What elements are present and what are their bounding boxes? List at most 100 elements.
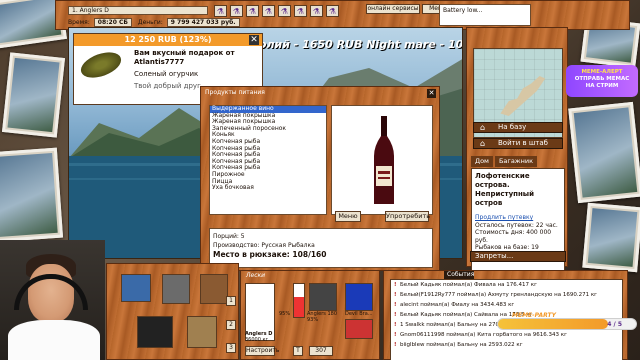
enter-hq-label: Войти в штаб (498, 139, 548, 147)
portions-text: Порций: 5 (213, 233, 245, 240)
enter-hq-button[interactable]: ⌂ Войти в штаб (473, 138, 563, 149)
potion-slot-icon[interactable]: ⚗ (278, 5, 291, 17)
meme-alert-line: ОТПРАВЬ МЕМАС (574, 76, 630, 82)
gift-header: 12 250 RUB (123%) (74, 34, 262, 46)
meme-alert-title: МЕМЕ-АЛЕРТ (581, 69, 623, 75)
event-line: ! Gnom06111998 поймал(а) Кита горбатого н… (394, 330, 622, 340)
net-icon[interactable] (200, 274, 228, 304)
close-icon[interactable]: ✕ (249, 35, 259, 45)
meme-party-bar: MEME-PARTY 4 / 5 (497, 312, 637, 330)
battery-notice: Battery low... (439, 4, 531, 26)
hq-icon: ⌂ (480, 139, 486, 148)
depth-field[interactable]: 307 (309, 346, 333, 356)
meme-progress-fill (498, 319, 609, 329)
item-info: Порций: 5 Производство: Русская Рыбалка … (209, 228, 433, 268)
streamer-shirt (8, 320, 100, 360)
quick-slots: ⚗ ⚗ ⚗ ⚗ ⚗ ⚗ ⚗ ⚗ (214, 5, 339, 27)
background-photo (568, 101, 640, 204)
meme-party-label: MEME-PARTY (512, 312, 556, 319)
potion-slot-icon[interactable]: ⚗ (262, 5, 275, 17)
background-photo (0, 147, 64, 243)
slot-number[interactable]: 3 (226, 343, 236, 353)
consume-button[interactable]: Упротребить (385, 211, 430, 222)
wine-bottle-icon (374, 116, 394, 204)
potion-slot-icon[interactable]: ⚗ (230, 5, 243, 17)
to-base-label: На базу (498, 123, 527, 131)
potion-slot-icon[interactable]: ⚗ (326, 5, 339, 17)
location-name: Лофотенские острова. Неприступный остров (475, 172, 535, 207)
meme-alert-badge: МЕМЕ-АЛЕРТ ОТПРАВЬ МЕМАС НА СТРИМ (566, 65, 638, 97)
rod-percent: 95% (279, 311, 291, 317)
event-line: ! biiglblew поймал(а) Бальну на 2593.022 … (394, 340, 622, 350)
reel-percent: 93% (307, 317, 319, 323)
event-text: Белый(F1912Ry777 поймал(а) Ахмуту гренла… (400, 292, 598, 298)
rod-panel-title: Лески (246, 272, 266, 279)
top-bar: 1. Anglers D Время: 08:20 СБ Деньги: 9 799… (55, 0, 630, 30)
webcam-overlay (0, 240, 105, 360)
rod-weight: 36000 кг (245, 337, 269, 343)
potion-slot-icon[interactable]: ⚗ (310, 5, 323, 17)
potion-slot-icon[interactable]: ⚗ (246, 5, 259, 17)
tab-luggage[interactable]: Багажник (494, 156, 538, 167)
gift-item: Соленый огурчик (134, 70, 199, 78)
requests-button[interactable]: Запреты... (470, 251, 566, 262)
background-photo (1, 52, 66, 138)
money-label: Деньги: (137, 19, 163, 26)
line-type-button[interactable]: T (293, 346, 303, 356)
bag-icon[interactable] (187, 316, 217, 348)
voucher-cost: Стоимость дня: 400 000 руб. (475, 229, 552, 244)
item-preview (331, 105, 433, 215)
meme-count: 4 / 5 (607, 321, 622, 328)
hook-slot[interactable] (345, 319, 373, 339)
spool-slot[interactable] (345, 283, 373, 311)
food-list[interactable]: Выдержанное вино Жареная покрышка Жарена… (209, 105, 327, 215)
to-base-button[interactable]: ⌂ На базу (473, 122, 563, 133)
events-panel: События ! Белый Кадьяк поймал(а) Фивала н… (383, 270, 628, 360)
reel-slot[interactable] (309, 283, 337, 311)
event-text: Белый Кадьяк поймал(а) Фивала на 176.417… (400, 282, 537, 288)
event-line: ! Белый Кадьяк поймал(а) Фивала на 176.41… (394, 280, 622, 290)
voucher-left: Осталось путевок: 22 час. (475, 221, 558, 229)
slot-number[interactable]: 1 (226, 296, 236, 306)
house-icon: ⌂ (480, 123, 486, 132)
close-icon[interactable]: ✕ (427, 89, 436, 98)
event-text: Gnom06111998 поймал(а) Кита горбатого на… (400, 332, 567, 338)
list-item[interactable]: Уха бочковая (210, 185, 326, 192)
line-slot[interactable] (293, 283, 305, 318)
time-label: Время: (68, 19, 90, 26)
potion-slot-icon[interactable]: ⚗ (214, 5, 227, 17)
slot-number[interactable]: 2 (226, 320, 236, 330)
donation-ticker: Анатолий - 1650 RUB Night mare - 1000 RU… (229, 38, 463, 51)
gift-text: Вам вкусный подарок от Atlantis7777 Соле… (134, 49, 235, 91)
gift-sender: Atlantis7777 (134, 58, 185, 66)
event-line: ! Белый(F1912Ry777 поймал(а) Ахмуту гренл… (394, 290, 622, 300)
dialog-title: Продукты питания (205, 89, 265, 96)
bait-name: Devil Bra... (345, 311, 373, 317)
meme-alert-line2: НА СТРИМ (585, 83, 619, 89)
event-text: alecint поймал(а) Фиалу на 3434.483 кг (400, 302, 515, 308)
background-photo (582, 202, 640, 273)
event-line: ! alecint поймал(а) Фиалу на 3434.483 кг (394, 300, 622, 310)
backpack-icon[interactable] (162, 274, 190, 304)
pot-icon[interactable] (137, 316, 173, 348)
producer-text: Производство: Русская Рыбалка (213, 242, 315, 249)
rod-panel: Лески Anglers D 36000 кг 95% Anglers 180… (240, 270, 380, 360)
extend-voucher-link[interactable]: Продлить путевку (475, 214, 561, 222)
headset-icon (14, 274, 88, 310)
event-text: biiglblew поймал(а) Бальну на 2593.022 к… (400, 342, 523, 348)
setup-button[interactable]: Настроить (245, 346, 279, 356)
location-field[interactable]: 1. Anglers D (68, 6, 208, 15)
backpack-capacity: Место в рюкзаке: 108/160 (213, 250, 327, 259)
gear-panel (106, 263, 239, 360)
pickle-icon (77, 47, 125, 83)
food-dialog: Продукты питания ✕ Выдержанное вино Жаре… (200, 86, 440, 271)
menu-button[interactable]: Меню (335, 211, 361, 222)
gift-line: Вам вкусный подарок от (134, 49, 235, 57)
tab-home[interactable]: Дом (471, 156, 493, 167)
right-tabs: Дом Багажник (471, 156, 565, 167)
tackle-box-icon[interactable] (121, 274, 151, 302)
online-services-button[interactable]: онлайн сервисы (366, 4, 420, 14)
events-title: События (444, 271, 474, 279)
time-value: 08:20 СБ (93, 18, 132, 27)
potion-slot-icon[interactable]: ⚗ (294, 5, 307, 17)
